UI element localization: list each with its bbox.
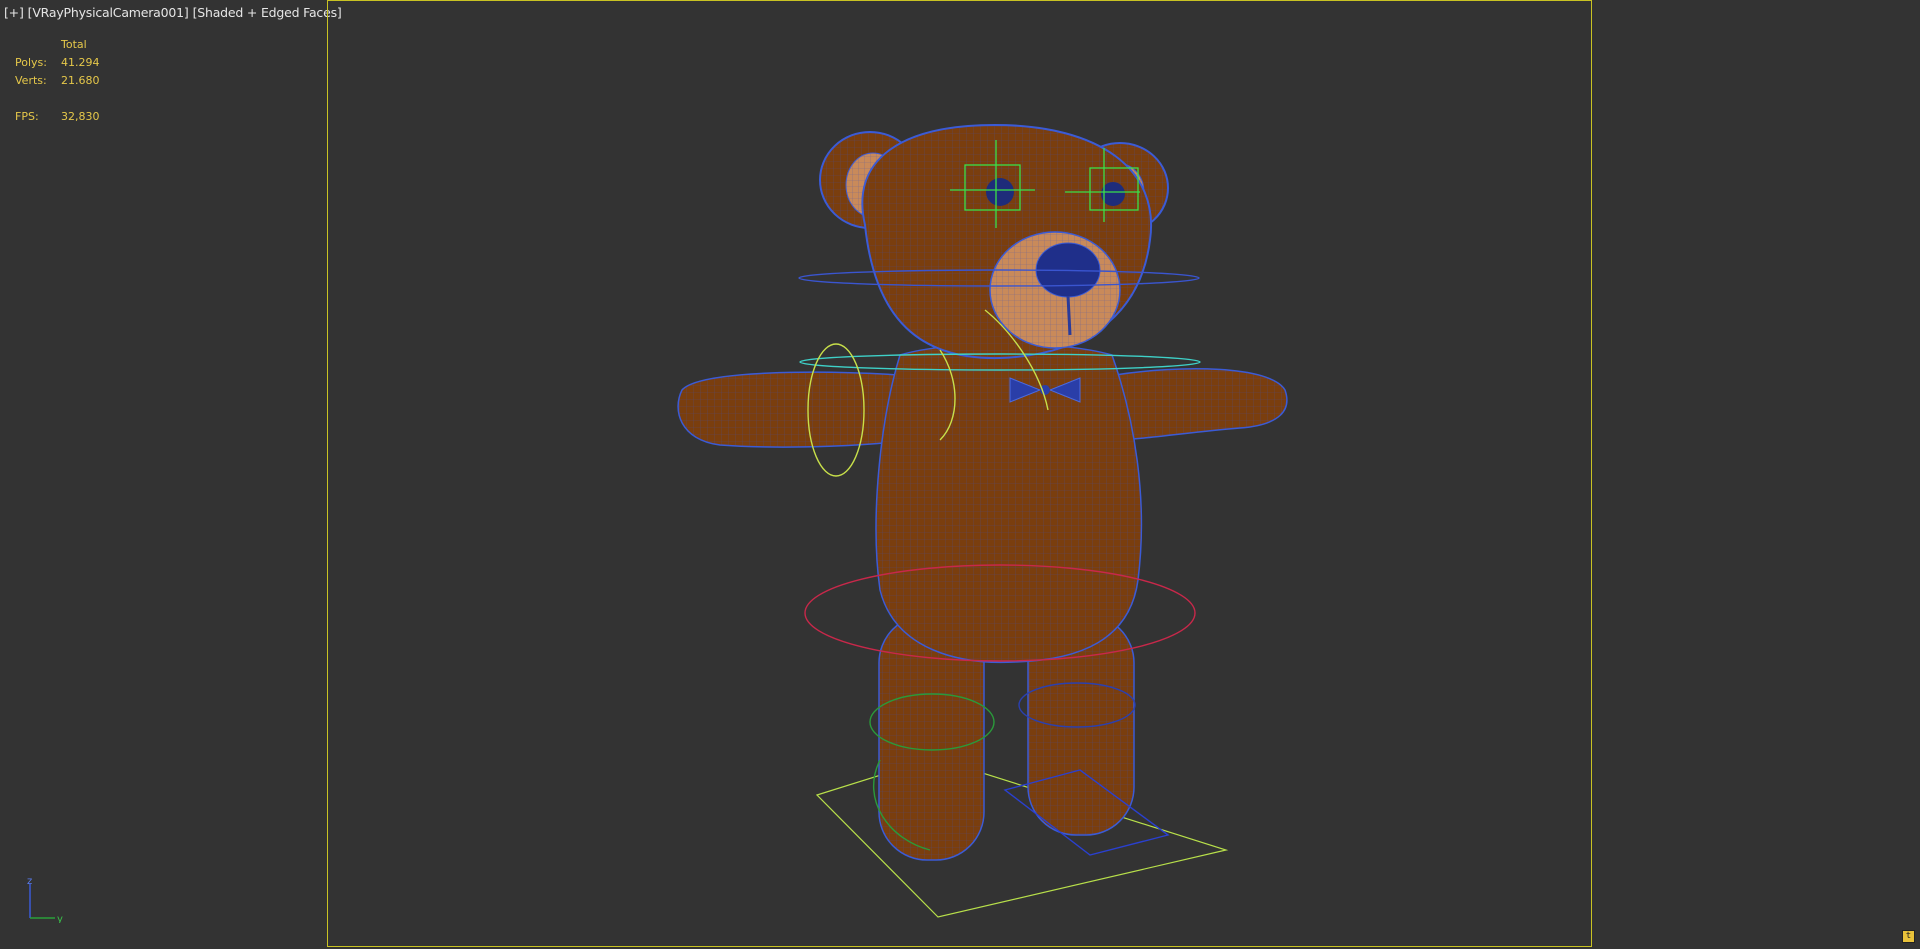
viewport-corner-button[interactable]: t bbox=[1902, 930, 1915, 943]
axis-z-label: z bbox=[27, 878, 32, 887]
bear-head[interactable] bbox=[819, 123, 1169, 360]
bear-body[interactable] bbox=[875, 343, 1143, 664]
viewport-scene[interactable] bbox=[0, 0, 1920, 949]
axis-tripod: z y bbox=[27, 878, 63, 923]
axis-y-label: y bbox=[57, 914, 63, 923]
